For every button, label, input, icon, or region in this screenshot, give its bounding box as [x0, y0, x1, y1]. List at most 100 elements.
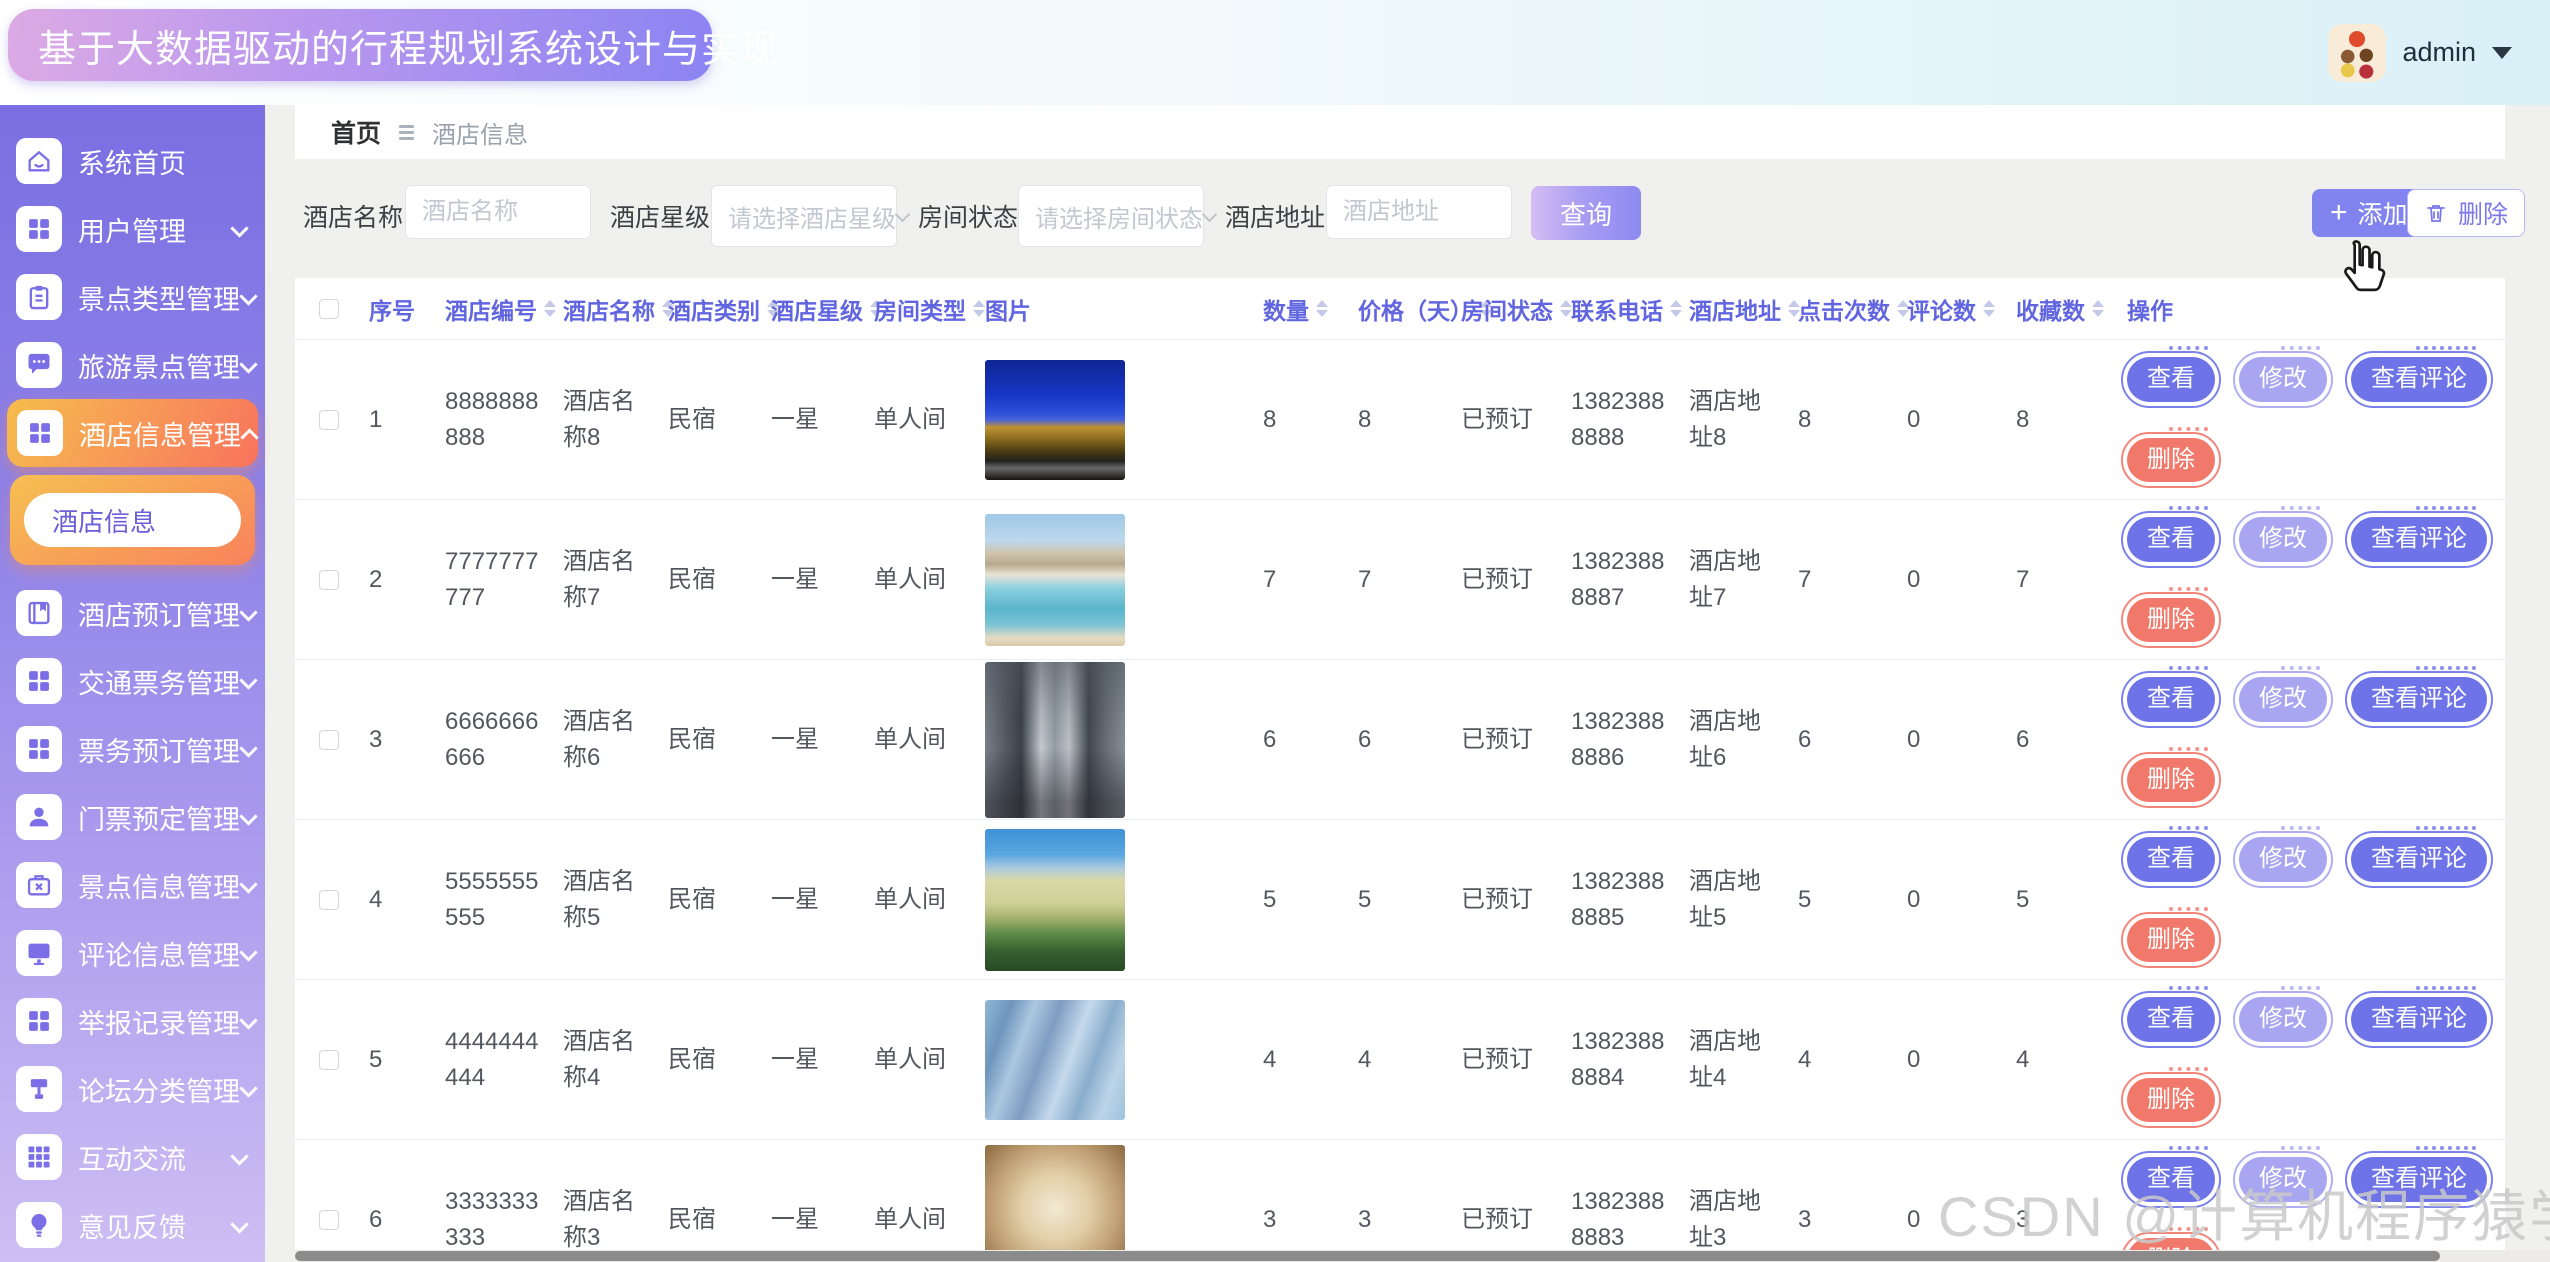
edit-button[interactable]: 修改	[2239, 997, 2327, 1042]
delete-button[interactable]: 删除	[2127, 918, 2215, 963]
row-checkbox[interactable]	[319, 1050, 339, 1070]
view-comments-button[interactable]: 查看评论	[2351, 357, 2487, 402]
delete-button[interactable]: 删除	[2127, 1078, 2215, 1123]
sidebar-item-1[interactable]: 用户管理	[0, 195, 265, 263]
sidebar-item-0[interactable]: 系统首页	[0, 127, 265, 195]
hotel-image[interactable]	[985, 829, 1125, 971]
cell-star: 一星	[761, 882, 864, 918]
row-checkbox[interactable]	[319, 1210, 339, 1230]
view-button[interactable]: 查看	[2127, 517, 2215, 562]
query-button[interactable]: 查询	[1531, 186, 1641, 240]
cell-room_status: 已预订	[1451, 402, 1561, 438]
cell-address: 酒店地址8	[1679, 384, 1788, 456]
hotel-image[interactable]	[985, 360, 1125, 480]
delete-selected-button[interactable]: 删除	[2407, 189, 2525, 237]
cell-name: 酒店名称6	[553, 704, 658, 776]
view-button[interactable]: 查看	[2127, 677, 2215, 722]
sidebar-item-11[interactable]: 举报记录管理	[0, 987, 265, 1055]
table-row: 36666666666酒店名称6民宿一星单人间66已预订13823888886酒…	[295, 660, 2505, 820]
sidebar-item-14[interactable]: 意见反馈	[0, 1191, 265, 1259]
avatar	[2328, 24, 2386, 82]
column-header: 酒店名称	[553, 292, 658, 326]
row-checkbox[interactable]	[319, 730, 339, 750]
row-checkbox[interactable]	[319, 890, 339, 910]
view-button[interactable]: 查看	[2127, 997, 2215, 1042]
column-header-label: 酒店类别	[668, 292, 760, 326]
column-header-label: 联系电话	[1571, 292, 1663, 326]
delete-button[interactable]: 删除	[2127, 758, 2215, 803]
sidebar-item-label: 论坛分类管理	[78, 1070, 240, 1109]
sidebar-item-label: 用户管理	[78, 210, 186, 249]
sidebar-item-label: 旅游景点管理	[78, 346, 240, 385]
horizontal-scrollbar[interactable]	[295, 1250, 2550, 1262]
edit-button[interactable]: 修改	[2239, 837, 2327, 882]
view-button[interactable]: 查看	[2127, 357, 2215, 402]
view-comments-button[interactable]: 查看评论	[2351, 997, 2487, 1042]
hotel-address-input[interactable]	[1327, 186, 1511, 238]
cell-address: 酒店地址4	[1679, 1024, 1788, 1096]
row-checkbox[interactable]	[319, 410, 339, 430]
sidebar-item-label: 系统首页	[78, 142, 186, 181]
table-row: 18888888888酒店名称8民宿一星单人间88已预订13823888888酒…	[295, 340, 2505, 500]
select-all-checkbox[interactable]	[319, 299, 339, 319]
sort-icon[interactable]	[1316, 300, 1328, 317]
room-status-select[interactable]: 请选择房间状态	[1018, 185, 1204, 247]
view-comments-button[interactable]: 查看评论	[2351, 677, 2487, 722]
breadcrumb-home[interactable]: 首页	[331, 114, 381, 150]
column-header: 评论数	[1897, 292, 2006, 326]
hotel-image[interactable]	[985, 1000, 1125, 1120]
hotel-image[interactable]	[985, 1145, 1125, 1262]
sidebar-item-6[interactable]: 交通票务管理	[0, 647, 265, 715]
sidebar-item-8[interactable]: 门票预定管理	[0, 783, 265, 851]
submenu-item[interactable]: 酒店信息	[24, 493, 241, 547]
cell-index: 1	[359, 402, 435, 438]
scrollbar-thumb[interactable]	[295, 1251, 2440, 1261]
view-button[interactable]: 查看	[2127, 837, 2215, 882]
sidebar-item-10[interactable]: 评论信息管理	[0, 919, 265, 987]
sidebar-item-label: 酒店信息管理	[79, 414, 241, 453]
cell-favorites: 4	[2006, 1042, 2117, 1078]
hotel-image[interactable]	[985, 514, 1125, 646]
cell-name: 酒店名称5	[553, 864, 658, 936]
cell-room_type: 单人间	[864, 402, 975, 438]
hotel-image[interactable]	[985, 662, 1125, 818]
edit-button[interactable]: 修改	[2239, 517, 2327, 562]
user-menu[interactable]: admin	[2328, 0, 2512, 105]
cell-room_type: 单人间	[864, 562, 975, 598]
sidebar-item-9[interactable]: 景点信息管理	[0, 851, 265, 919]
sort-icon[interactable]	[1983, 300, 1995, 317]
sidebar-item-3[interactable]: 旅游景点管理	[0, 331, 265, 399]
cell-phone: 13823888885	[1561, 864, 1679, 936]
cell-category: 民宿	[658, 1042, 761, 1078]
sidebar-item-7[interactable]: 票务预订管理	[0, 715, 265, 783]
view-comments-button[interactable]: 查看评论	[2351, 517, 2487, 562]
sidebar-item-4[interactable]: 酒店信息管理	[7, 399, 258, 467]
breadcrumb-current: 酒店信息	[432, 115, 528, 150]
sort-icon[interactable]	[2092, 300, 2104, 317]
case-icon	[16, 862, 62, 908]
row-checkbox[interactable]	[319, 570, 339, 590]
sidebar-item-12[interactable]: 论坛分类管理	[0, 1055, 265, 1123]
edit-button[interactable]: 修改	[2239, 677, 2327, 722]
hotel-star-select[interactable]: 请选择酒店星级	[711, 185, 897, 247]
column-header: 酒店星级	[761, 292, 864, 326]
cell-phone: 13823888887	[1561, 544, 1679, 616]
chevron-down-icon	[240, 877, 256, 893]
sidebar-item-13[interactable]: 互动交流	[0, 1123, 265, 1191]
view-comments-button[interactable]: 查看评论	[2351, 837, 2487, 882]
cell-price: 3	[1348, 1202, 1451, 1238]
main-content: 首页 酒店信息 酒店名称 酒店星级 请选择酒店星级 房间状态 请选择房间状态 酒…	[295, 105, 2550, 1262]
delete-button[interactable]: 删除	[2127, 598, 2215, 643]
delete-button[interactable]: 删除	[2127, 438, 2215, 483]
sidebar-item-2[interactable]: 景点类型管理	[0, 263, 265, 331]
hotel-name-input[interactable]	[406, 186, 590, 238]
edit-button[interactable]: 修改	[2239, 357, 2327, 402]
cell-hotel_no: 6666666666	[435, 704, 553, 776]
cell-address: 酒店地址3	[1679, 1184, 1788, 1256]
column-header-label: 酒店地址	[1689, 292, 1781, 326]
sidebar-item-5[interactable]: 酒店预订管理	[0, 579, 265, 647]
cell-room_status: 已预订	[1451, 1202, 1561, 1238]
caret-down-icon	[2492, 47, 2512, 59]
app-title-banner: 基于大数据驱动的行程规划系统设计与实现	[8, 9, 712, 81]
book-icon	[16, 590, 62, 636]
